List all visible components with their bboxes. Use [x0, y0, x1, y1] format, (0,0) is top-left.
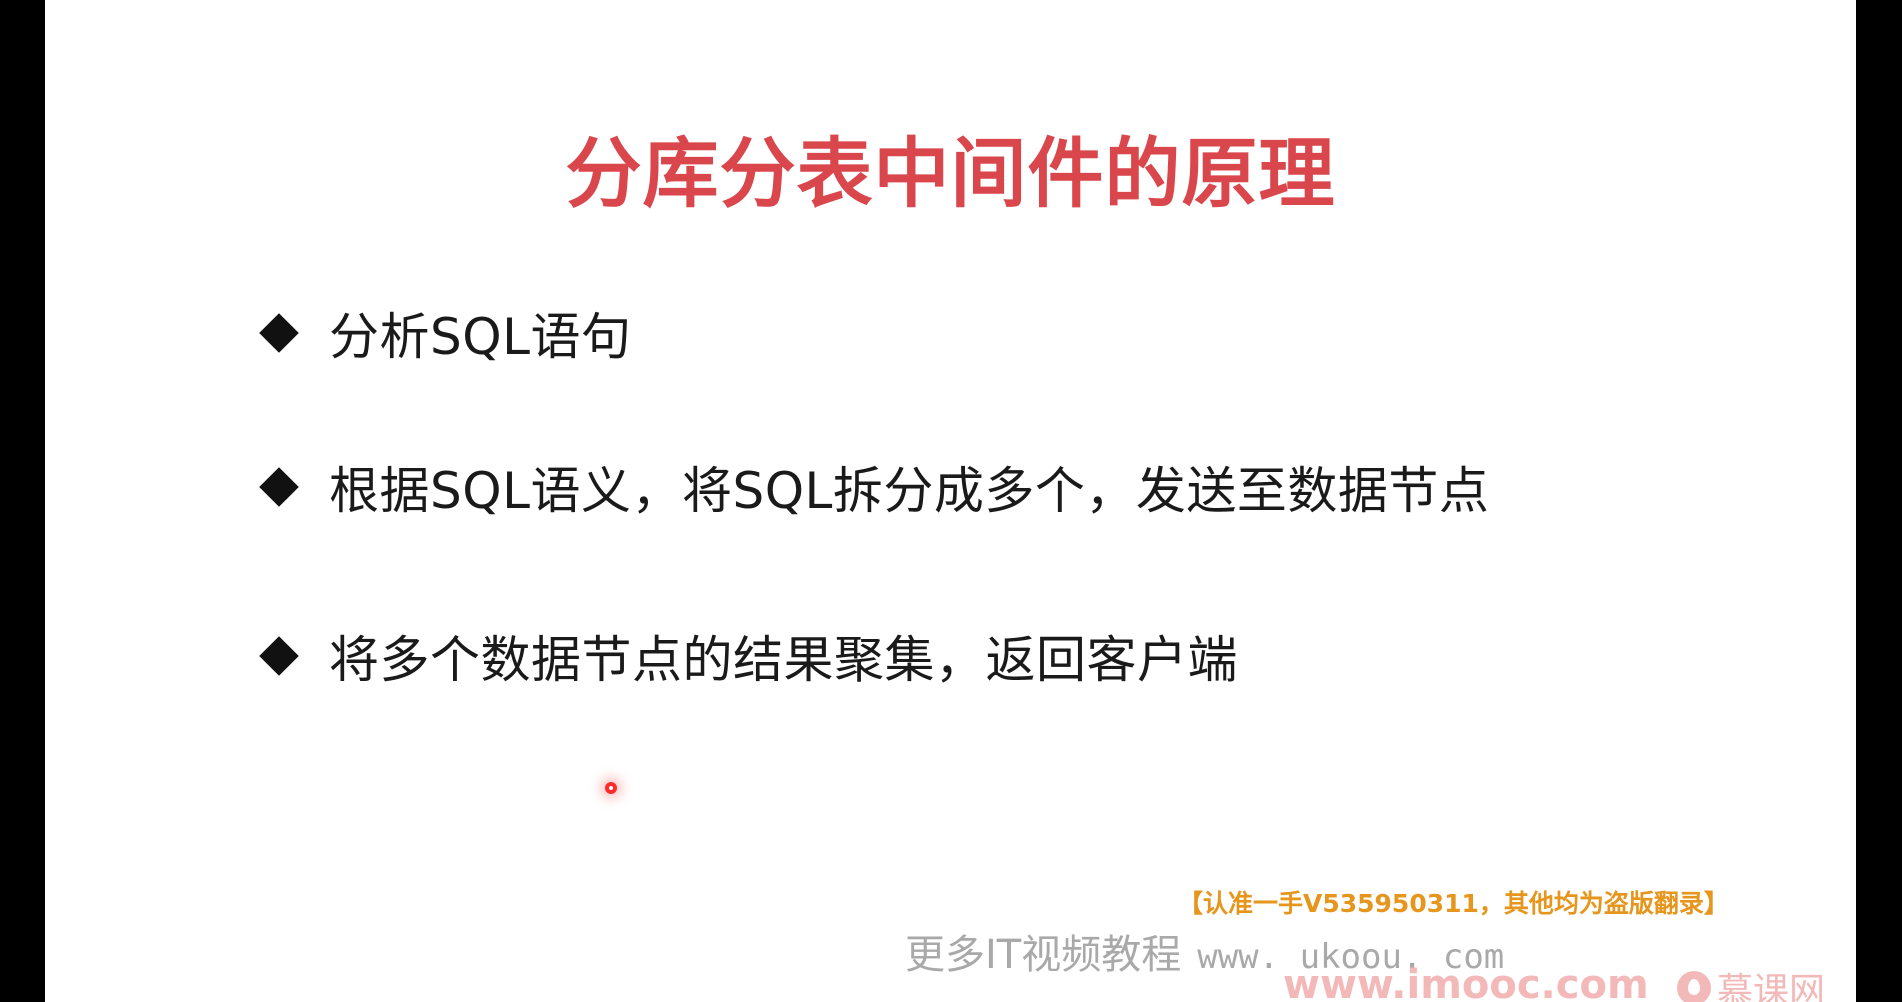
- bullet-text: 根据SQL语义，将SQL拆分成多个，发送至数据节点: [329, 462, 1490, 520]
- slide-title: 分库分表中间件的原理: [565, 129, 1336, 218]
- imooc-url: www.imooc.com: [1283, 962, 1649, 1002]
- bullet-text: 将多个数据节点的结果聚集，返回客户端: [329, 631, 1238, 689]
- more-videos-text: 更多IT视频教程: [905, 932, 1182, 978]
- slide: 分库分表中间件的原理 分析SQL语句 根据SQL语义，将SQL拆分成多个，发送至…: [45, 0, 1856, 1002]
- bullet-item: 分析SQL语句: [255, 293, 631, 373]
- video-frame: 分库分表中间件的原理 分析SQL语句 根据SQL语义，将SQL拆分成多个，发送至…: [0, 0, 1902, 1002]
- brand-name: 慕课网: [1717, 971, 1826, 1002]
- imooc-flame-icon: [1677, 971, 1711, 1002]
- diamond-bullet-icon: [259, 636, 299, 676]
- diamond-bullet-icon: [259, 313, 299, 353]
- laser-pointer-icon: [605, 782, 617, 794]
- bullet-item: 根据SQL语义，将SQL拆分成多个，发送至数据节点: [255, 447, 1489, 527]
- diamond-bullet-icon: [259, 467, 299, 507]
- bullet-item: 将多个数据节点的结果聚集，返回客户端: [255, 616, 1238, 696]
- notice-watermark: 【认准一手V535950311，其他均为盗版翻录】: [1178, 889, 1729, 918]
- bullet-text: 分析SQL语句: [329, 308, 632, 366]
- imooc-brand: 慕课网: [1677, 962, 1825, 1002]
